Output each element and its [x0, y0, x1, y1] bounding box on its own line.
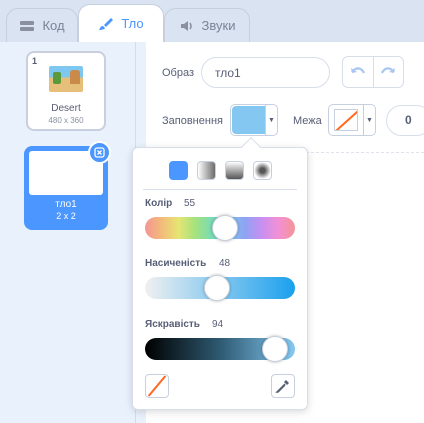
- saturation-slider[interactable]: [145, 275, 295, 301]
- backdrop-dimensions: 480 x 360: [48, 116, 84, 125]
- brightness-slider-handle[interactable]: [262, 336, 288, 362]
- no-fill-button[interactable]: [145, 374, 169, 398]
- backdrop-thumbnail: [49, 66, 83, 92]
- fill-label: Заповнення: [162, 115, 223, 127]
- no-color-icon: [334, 109, 358, 131]
- horizontal-gradient-button[interactable]: [197, 161, 216, 180]
- tab-code[interactable]: Код: [6, 8, 78, 42]
- tab-backdrop[interactable]: Тло: [78, 4, 164, 42]
- outline-label: Межа: [293, 115, 322, 127]
- undo-redo-group: [342, 56, 404, 88]
- close-icon: [94, 147, 105, 158]
- saturation-slider-handle[interactable]: [204, 275, 230, 301]
- divider: [143, 189, 297, 190]
- eyedropper-icon: [275, 380, 289, 393]
- tab-sounds[interactable]: Звуки: [164, 8, 250, 42]
- color-value: 55: [184, 198, 196, 209]
- saturation-value: 48: [219, 258, 231, 269]
- brightness-label: Яскравість: [145, 319, 200, 330]
- chevron-down-icon: ▼: [363, 105, 375, 135]
- redo-icon: [381, 67, 396, 74]
- brush-icon: [99, 17, 114, 30]
- fill-mode-row: [169, 161, 273, 181]
- undo-button[interactable]: [343, 57, 373, 87]
- editor-tabs: Код Тло Звуки: [0, 0, 424, 42]
- color-slider[interactable]: [145, 215, 295, 241]
- fill-color-swatch: [232, 106, 266, 134]
- tab-sounds-label: Звуки: [201, 18, 236, 33]
- delete-backdrop-button[interactable]: [88, 141, 111, 164]
- costume-name-input[interactable]: [201, 57, 330, 88]
- undo-icon: [350, 67, 365, 74]
- saturation-label: Насиченість: [145, 258, 207, 269]
- brightness-value: 94: [212, 319, 224, 330]
- solid-fill-button[interactable]: [169, 161, 188, 180]
- backdrop-list: 1 Desert 480 x 360 2 тло1 2 x 2: [0, 42, 136, 423]
- brightness-slider[interactable]: [145, 336, 295, 362]
- backdrop-name: тло1: [55, 199, 77, 210]
- backdrop-dimensions: 2 x 2: [56, 211, 76, 221]
- backdrop-number: 2: [31, 152, 37, 162]
- color-slider-handle[interactable]: [212, 215, 238, 241]
- outline-width-input[interactable]: 0: [386, 105, 424, 136]
- chevron-down-icon: ▼: [265, 105, 277, 135]
- backdrop-name: Desert: [51, 103, 81, 114]
- vertical-gradient-button[interactable]: [225, 161, 244, 180]
- tab-backdrop-label: Тло: [121, 16, 144, 31]
- color-label: Колір: [145, 198, 173, 209]
- redo-button[interactable]: [372, 57, 404, 87]
- fill-color-button[interactable]: ▼: [230, 104, 278, 136]
- costume-name-label: Образ: [162, 67, 195, 79]
- eyedropper-button[interactable]: [271, 374, 295, 398]
- color-picker-popover: Колір 55 Насиченість 48 Яскравість 94: [132, 147, 308, 410]
- radial-gradient-button[interactable]: [253, 161, 272, 180]
- backdrop-number: 1: [32, 56, 38, 66]
- tab-code-label: Код: [42, 18, 65, 33]
- backdrop-item-desert[interactable]: 1 Desert 480 x 360: [26, 51, 106, 131]
- outline-color-button[interactable]: ▼: [328, 104, 376, 136]
- code-icon: [20, 20, 35, 31]
- speaker-icon: [180, 20, 192, 31]
